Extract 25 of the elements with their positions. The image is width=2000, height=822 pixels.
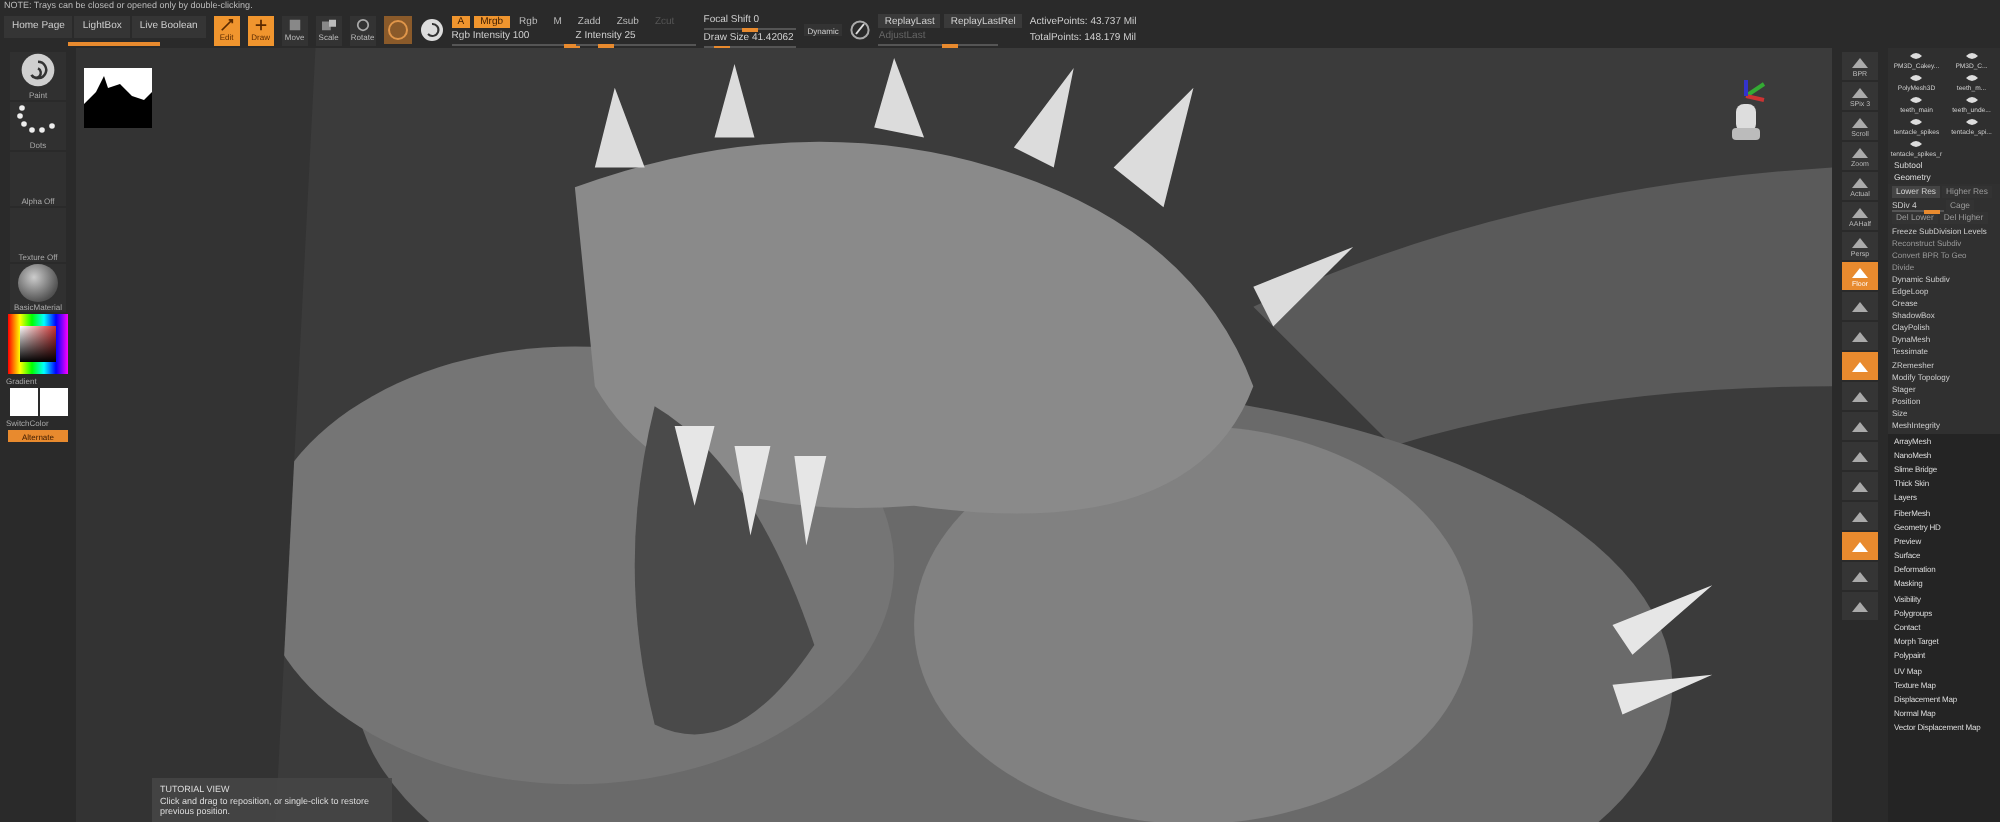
color-picker[interactable]	[8, 314, 68, 374]
cross-icon	[251, 18, 270, 32]
spiral-icon[interactable]	[419, 18, 444, 42]
view-tool-button[interactable]	[1842, 532, 1878, 560]
view-tool-button[interactable]	[1842, 592, 1878, 620]
view-tool-button[interactable]	[1842, 442, 1878, 470]
view-tool-button[interactable]	[1842, 562, 1878, 590]
view-tool-button[interactable]	[1842, 502, 1878, 530]
view-tool-button[interactable]	[1842, 472, 1878, 500]
view-tool-button[interactable]	[1842, 382, 1878, 410]
dots-icon	[16, 102, 60, 138]
view-tool-button[interactable]	[1842, 292, 1878, 320]
navigator-thumbnail[interactable]	[84, 68, 152, 128]
view-tool-button[interactable]	[1842, 322, 1878, 350]
sphere-icon	[18, 264, 58, 302]
brush-icon[interactable]	[850, 20, 871, 40]
material-button[interactable]	[383, 16, 412, 44]
squares-icon	[319, 18, 338, 32]
pencil-icon	[217, 18, 236, 32]
view-tool-button[interactable]	[1842, 412, 1878, 440]
view-tool-button[interactable]	[1842, 352, 1878, 380]
color-swatches[interactable]	[9, 388, 67, 416]
circle-icon	[353, 18, 372, 32]
spiral-icon	[16, 52, 60, 88]
square-icon	[285, 18, 304, 32]
